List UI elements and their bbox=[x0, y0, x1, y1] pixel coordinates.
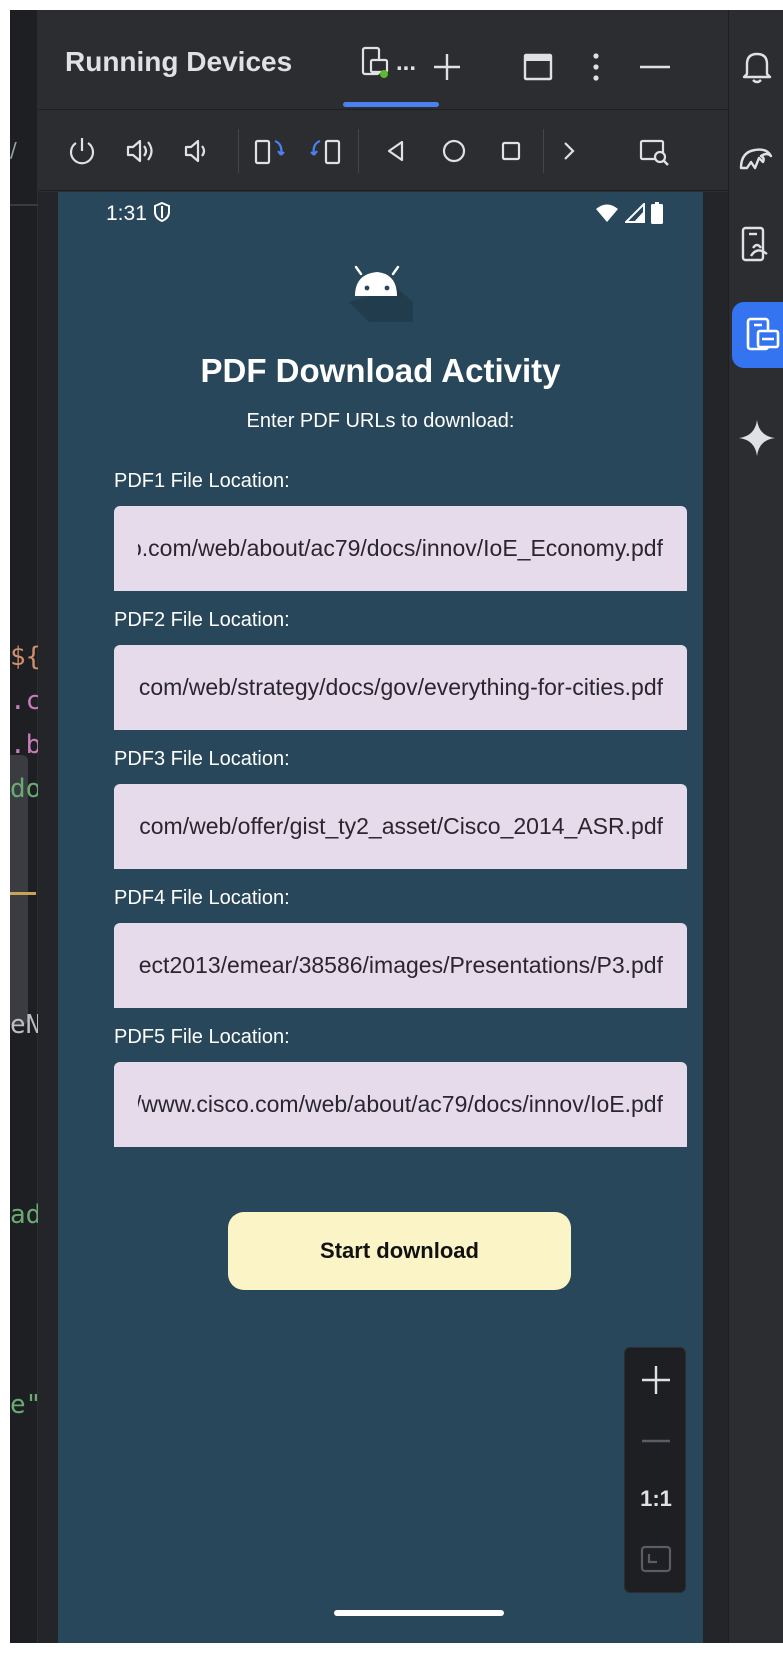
rotate-right-icon[interactable] bbox=[310, 135, 342, 167]
panel-title: Running Devices bbox=[65, 46, 293, 77]
minimize-icon[interactable] bbox=[638, 50, 672, 84]
active-tab-indicator bbox=[343, 102, 439, 107]
code-editor-edge: / ${ .c .b do eN ad e" bbox=[10, 10, 42, 1643]
chevron-right-icon[interactable] bbox=[553, 135, 585, 167]
toolbar-separator bbox=[238, 129, 239, 173]
zoom-out-icon[interactable] bbox=[639, 1424, 673, 1458]
android-logo-icon bbox=[349, 265, 413, 322]
zoom-in-icon[interactable] bbox=[639, 1363, 673, 1397]
code-fragment: do bbox=[10, 774, 42, 804]
status-bar: 1:31 bbox=[58, 192, 703, 232]
code-fragment: ad bbox=[10, 1200, 42, 1230]
editor-divider bbox=[10, 204, 38, 206]
pdf4-label: PDF4 File Location: bbox=[114, 887, 290, 909]
pdf5-url-input[interactable] bbox=[114, 1062, 687, 1147]
window-layout-icon[interactable] bbox=[521, 50, 555, 84]
gradle-icon[interactable] bbox=[737, 138, 777, 178]
start-download-button[interactable]: Start download bbox=[228, 1212, 571, 1290]
page-subtitle: Enter PDF URLs to download: bbox=[246, 410, 515, 432]
notifications-icon[interactable] bbox=[737, 46, 777, 86]
running-devices-tool-button[interactable] bbox=[732, 302, 783, 368]
pdf3-label: PDF3 File Location: bbox=[114, 748, 290, 770]
add-device-icon[interactable] bbox=[430, 50, 464, 84]
pdf3-url-input[interactable] bbox=[114, 784, 687, 869]
code-fragment: .b bbox=[10, 730, 42, 760]
emulator-screen[interactable]: 1:31 PDF Download Activity Enter PDF URL… bbox=[58, 192, 703, 1643]
volume-down-icon[interactable] bbox=[181, 135, 213, 167]
pdf1-url-input[interactable] bbox=[114, 506, 687, 591]
ide-window: / ${ .c .b do eN ad e" Running Devices .… bbox=[10, 10, 783, 1643]
battery-icon bbox=[651, 202, 663, 224]
status-icons bbox=[595, 202, 663, 224]
page-title: PDF Download Activity bbox=[200, 352, 561, 389]
device-manager-icon[interactable] bbox=[737, 224, 777, 264]
device-area: 1:31 PDF Download Activity Enter PDF URL… bbox=[38, 192, 728, 1643]
gesture-nav-handle[interactable] bbox=[334, 1610, 504, 1616]
pdf1-label: PDF1 File Location: bbox=[114, 470, 290, 492]
code-fragment: eN bbox=[10, 1010, 42, 1040]
device-toolbar bbox=[38, 111, 728, 191]
gemini-sparkle-icon[interactable] bbox=[737, 418, 777, 458]
right-tool-bar bbox=[728, 10, 783, 1643]
panel-header: Running Devices ... bbox=[38, 10, 728, 110]
running-devices-icon bbox=[746, 317, 780, 351]
toolbar-separator bbox=[543, 129, 544, 173]
tab-ellipsis: ... bbox=[396, 49, 417, 76]
running-devices-panel: Running Devices ... 1:31 PDF Download Ac… bbox=[38, 10, 728, 1643]
volume-up-icon[interactable] bbox=[124, 135, 156, 167]
code-fragment: e" bbox=[10, 1390, 42, 1420]
zoom-controls: 1:1 bbox=[624, 1347, 686, 1593]
overview-icon[interactable] bbox=[495, 135, 527, 167]
more-options-icon[interactable] bbox=[579, 50, 613, 84]
zoom-fit-icon[interactable] bbox=[639, 1542, 673, 1576]
code-fragment: .c bbox=[10, 686, 42, 716]
power-icon[interactable] bbox=[66, 135, 98, 167]
zoom-actual-size[interactable]: 1:1 bbox=[625, 1486, 687, 1512]
device-tab[interactable]: ... bbox=[360, 38, 430, 88]
editor-highlight-line bbox=[10, 892, 36, 895]
code-fragment: ${ bbox=[10, 642, 42, 672]
back-icon[interactable] bbox=[380, 135, 412, 167]
pdf4-url-input[interactable] bbox=[114, 923, 687, 1008]
signal-icon bbox=[625, 203, 645, 223]
wifi-icon bbox=[596, 204, 618, 222]
pdf2-url-input[interactable] bbox=[114, 645, 687, 730]
device-tab-icon bbox=[361, 46, 389, 78]
pdf5-label: PDF5 File Location: bbox=[114, 1026, 290, 1048]
rotate-left-icon[interactable] bbox=[253, 135, 285, 167]
chevron-icon[interactable]: / bbox=[10, 138, 17, 162]
toolbar-separator bbox=[358, 129, 359, 173]
layout-inspector-icon[interactable] bbox=[638, 135, 670, 167]
pdf2-label: PDF2 File Location: bbox=[114, 609, 290, 631]
home-icon[interactable] bbox=[438, 135, 470, 167]
shield-icon bbox=[154, 201, 170, 223]
status-time: 1:31 bbox=[106, 202, 147, 225]
